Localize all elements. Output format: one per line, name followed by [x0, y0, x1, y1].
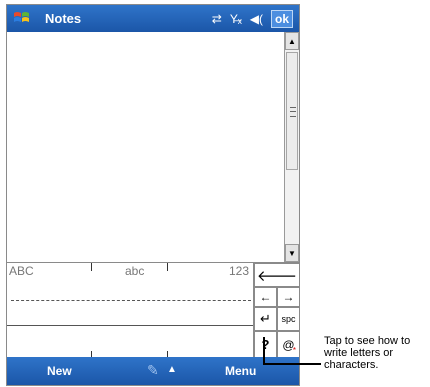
- help-key[interactable]: ?: [254, 331, 277, 358]
- scroll-down-button[interactable]: ▼: [285, 244, 299, 262]
- writing-baseline: [7, 325, 253, 326]
- no-signal-icon[interactable]: Y̶ₓ: [230, 12, 242, 26]
- device-screen: Notes ⇄ Y̶ₓ ◀︎( ok ▲ ▼ ABC abc 123 🡐 ← →…: [6, 4, 300, 386]
- space-key[interactable]: spc: [277, 307, 300, 331]
- star-label: *: [292, 346, 296, 355]
- input-method-caret-icon[interactable]: ▲: [167, 364, 177, 375]
- title-bar: Notes ⇄ Y̶ₓ ◀︎( ok: [7, 5, 299, 32]
- app-title: Notes: [45, 11, 82, 26]
- note-writing-area[interactable]: [7, 32, 285, 262]
- scroll-thumb[interactable]: [286, 52, 298, 170]
- writing-midline: [11, 300, 251, 301]
- zone-divider: [167, 263, 168, 271]
- new-softkey[interactable]: New: [47, 364, 72, 378]
- backspace-key[interactable]: 🡐: [254, 263, 300, 287]
- connectivity-icon[interactable]: ⇄: [212, 12, 222, 26]
- callout-line-vertical: [263, 337, 265, 365]
- vertical-scrollbar[interactable]: ▲ ▼: [284, 32, 299, 262]
- speaker-icon[interactable]: ◀︎(: [250, 12, 263, 26]
- status-icons: ⇄ Y̶ₓ ◀︎( ok: [212, 9, 293, 29]
- uppercase-zone-label: ABC: [9, 264, 34, 278]
- grip-icon: [290, 107, 296, 117]
- menu-softkey[interactable]: Menu: [225, 364, 256, 378]
- callout-text: Tap to see how to write letters or chara…: [324, 335, 411, 371]
- enter-key[interactable]: ↵: [254, 307, 277, 331]
- left-arrow-key[interactable]: ←: [254, 287, 277, 307]
- numbers-zone-label: 123: [229, 264, 250, 278]
- menu-bar: New ✎ ▲ Menu: [7, 357, 299, 385]
- zone-divider: [91, 263, 92, 271]
- scroll-up-button[interactable]: ▲: [285, 32, 299, 50]
- right-arrow-key[interactable]: →: [277, 287, 300, 307]
- lowercase-zone-label: abc: [125, 264, 145, 278]
- input-panel: ABC abc 123 🡐 ← → ↵ spc ? @ *: [7, 262, 300, 358]
- ok-button[interactable]: ok: [271, 10, 293, 28]
- handwriting-area[interactable]: ABC abc 123: [7, 263, 253, 358]
- callout-line-horizontal: [263, 363, 321, 365]
- windows-flag-icon[interactable]: [13, 9, 31, 27]
- input-keys: 🡐 ← → ↵ spc ? @ *: [253, 263, 300, 358]
- symbols-key[interactable]: @ *: [277, 331, 300, 358]
- pen-icon[interactable]: ✎: [147, 362, 159, 379]
